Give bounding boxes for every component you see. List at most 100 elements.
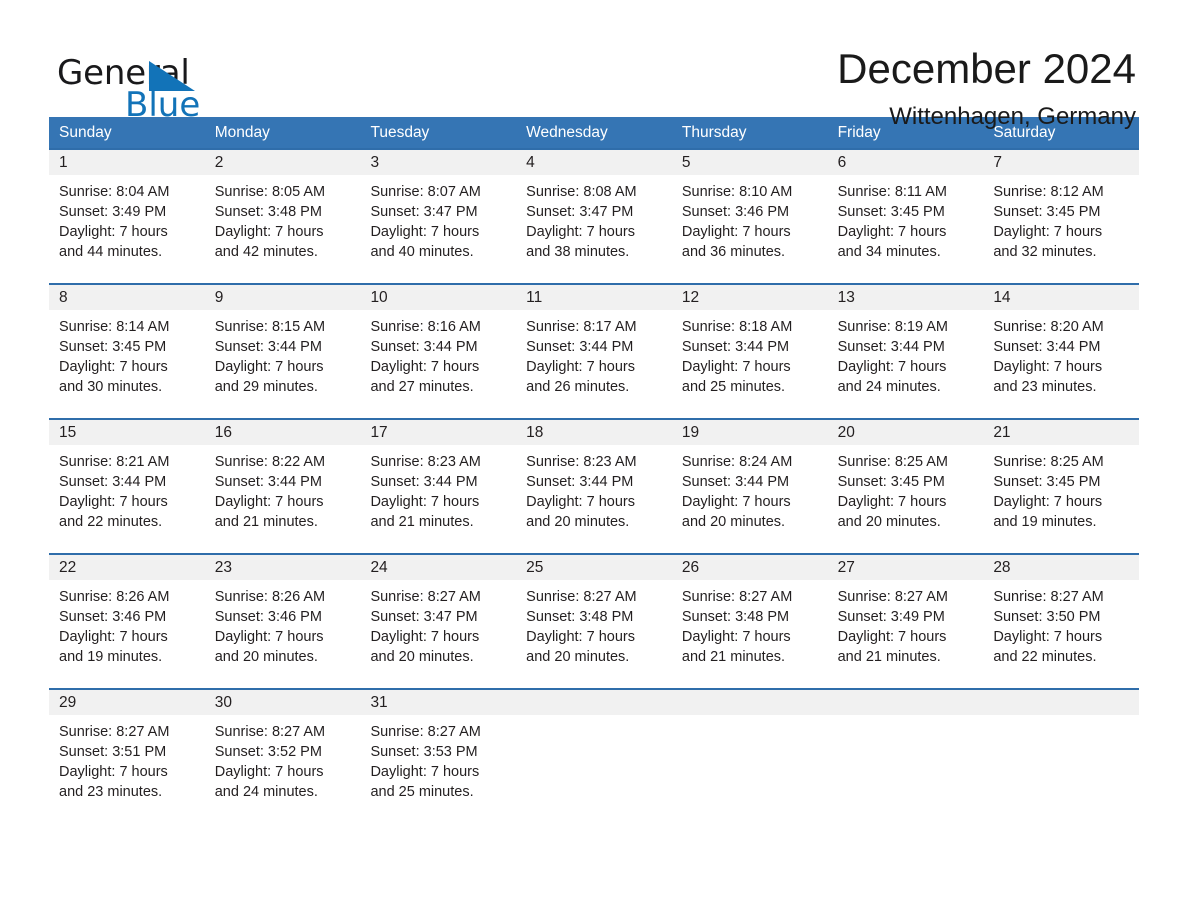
day-number: 4 bbox=[526, 154, 535, 171]
day-details: Sunrise: 8:10 AM Sunset: 3:46 PM Dayligh… bbox=[672, 175, 828, 262]
day-cell[interactable]: 1 Sunrise: 8:04 AM Sunset: 3:49 PM Dayli… bbox=[49, 150, 205, 283]
sunset-text: Sunset: 3:48 PM bbox=[526, 609, 634, 625]
day-cell[interactable]: 28 Sunrise: 8:27 AM Sunset: 3:50 PM Dayl… bbox=[983, 555, 1140, 688]
day-details: Sunrise: 8:27 AM Sunset: 3:53 PM Dayligh… bbox=[360, 715, 516, 802]
day-cell[interactable]: 29 Sunrise: 8:27 AM Sunset: 3:51 PM Dayl… bbox=[49, 690, 205, 823]
day-cell[interactable]: 22 Sunrise: 8:26 AM Sunset: 3:46 PM Dayl… bbox=[49, 555, 205, 688]
sunrise-text: Sunrise: 8:27 AM bbox=[370, 589, 481, 605]
day-cell[interactable]: 14 Sunrise: 8:20 AM Sunset: 3:44 PM Dayl… bbox=[983, 285, 1140, 418]
daylight-text-line2: and 20 minutes. bbox=[837, 514, 941, 530]
day-cell-empty bbox=[983, 690, 1140, 823]
day-cell[interactable]: 7 Sunrise: 8:12 AM Sunset: 3:45 PM Dayli… bbox=[983, 150, 1140, 283]
day-number-band: 27 bbox=[827, 555, 984, 580]
day-number-band: 3 bbox=[360, 150, 517, 175]
day-details: Sunrise: 8:15 AM Sunset: 3:44 PM Dayligh… bbox=[205, 310, 361, 397]
sunset-text: Sunset: 3:50 PM bbox=[993, 609, 1101, 625]
day-cell[interactable]: 5 Sunrise: 8:10 AM Sunset: 3:46 PM Dayli… bbox=[671, 150, 828, 283]
daylight-text-line1: Daylight: 7 hours bbox=[993, 224, 1103, 240]
day-number-band: 31 bbox=[360, 690, 517, 715]
daylight-text-line1: Daylight: 7 hours bbox=[837, 494, 947, 510]
daylight-text-line1: Daylight: 7 hours bbox=[370, 494, 480, 510]
day-cell[interactable]: 8 Sunrise: 8:14 AM Sunset: 3:45 PM Dayli… bbox=[49, 285, 205, 418]
day-cell[interactable]: 21 Sunrise: 8:25 AM Sunset: 3:45 PM Dayl… bbox=[983, 420, 1140, 553]
day-number: 28 bbox=[993, 559, 1011, 576]
day-cell[interactable]: 19 Sunrise: 8:24 AM Sunset: 3:44 PM Dayl… bbox=[671, 420, 828, 553]
day-details: Sunrise: 8:27 AM Sunset: 3:51 PM Dayligh… bbox=[49, 715, 205, 802]
day-cell[interactable]: 11 Sunrise: 8:17 AM Sunset: 3:44 PM Dayl… bbox=[516, 285, 672, 418]
day-number-band: 21 bbox=[983, 420, 1140, 445]
generalblue-logo[interactable]: General Blue bbox=[49, 44, 229, 122]
day-cell[interactable]: 23 Sunrise: 8:26 AM Sunset: 3:46 PM Dayl… bbox=[204, 555, 361, 688]
day-cell[interactable]: 9 Sunrise: 8:15 AM Sunset: 3:44 PM Dayli… bbox=[204, 285, 361, 418]
daylight-text-line2: and 19 minutes. bbox=[59, 649, 163, 665]
sunset-text: Sunset: 3:45 PM bbox=[59, 339, 167, 355]
day-number-band: 28 bbox=[983, 555, 1140, 580]
sunset-text: Sunset: 3:44 PM bbox=[681, 339, 790, 355]
daylight-text-line2: and 20 minutes. bbox=[526, 514, 630, 530]
day-cell[interactable]: 26 Sunrise: 8:27 AM Sunset: 3:48 PM Dayl… bbox=[671, 555, 828, 688]
daylight-text-line2: and 26 minutes. bbox=[526, 379, 630, 395]
day-cell[interactable]: 16 Sunrise: 8:22 AM Sunset: 3:44 PM Dayl… bbox=[204, 420, 361, 553]
day-number-band: 4 bbox=[516, 150, 672, 175]
day-number-band: 6 bbox=[827, 150, 984, 175]
sunset-text: Sunset: 3:53 PM bbox=[370, 744, 478, 760]
daylight-text-line2: and 23 minutes. bbox=[993, 379, 1097, 395]
day-cell[interactable]: 13 Sunrise: 8:19 AM Sunset: 3:44 PM Dayl… bbox=[827, 285, 984, 418]
day-number: 21 bbox=[993, 424, 1011, 441]
sunrise-text: Sunrise: 8:10 AM bbox=[681, 184, 793, 200]
sunset-text: Sunset: 3:48 PM bbox=[214, 204, 322, 220]
sunset-text: Sunset: 3:49 PM bbox=[59, 204, 167, 220]
day-cell[interactable]: 15 Sunrise: 8:21 AM Sunset: 3:44 PM Dayl… bbox=[49, 420, 205, 553]
sunset-text: Sunset: 3:44 PM bbox=[214, 339, 322, 355]
sunrise-text: Sunrise: 8:19 AM bbox=[837, 319, 949, 335]
daylight-text-line2: and 21 minutes. bbox=[837, 649, 941, 665]
day-cell[interactable]: 6 Sunrise: 8:11 AM Sunset: 3:45 PM Dayli… bbox=[827, 150, 984, 283]
sunrise-text: Sunrise: 8:23 AM bbox=[370, 454, 481, 470]
daylight-text-line1: Daylight: 7 hours bbox=[993, 359, 1103, 375]
daylight-text-line2: and 20 minutes. bbox=[526, 649, 630, 665]
daylight-text-line2: and 22 minutes. bbox=[59, 514, 163, 530]
sunset-text: Sunset: 3:44 PM bbox=[214, 474, 322, 490]
day-details: Sunrise: 8:19 AM Sunset: 3:44 PM Dayligh… bbox=[828, 310, 984, 397]
sunrise-text: Sunrise: 8:05 AM bbox=[214, 184, 326, 200]
daylight-text-line1: Daylight: 7 hours bbox=[681, 224, 791, 240]
sunset-text: Sunset: 3:44 PM bbox=[526, 339, 634, 355]
weekday-header-tuesday: Tuesday bbox=[370, 124, 430, 141]
week-row: 29 Sunrise: 8:27 AM Sunset: 3:51 PM Dayl… bbox=[49, 688, 1140, 823]
sunset-text: Sunset: 3:46 PM bbox=[214, 609, 322, 625]
day-cell[interactable]: 30 Sunrise: 8:27 AM Sunset: 3:52 PM Dayl… bbox=[204, 690, 361, 823]
day-details: Sunrise: 8:04 AM Sunset: 3:49 PM Dayligh… bbox=[49, 175, 205, 262]
day-number: 10 bbox=[370, 289, 388, 306]
weekday-header-row: Sunday Monday Tuesday Wednesday Thursday… bbox=[49, 117, 1139, 148]
daylight-text-line1: Daylight: 7 hours bbox=[370, 629, 480, 645]
daylight-text-line2: and 22 minutes. bbox=[993, 649, 1097, 665]
day-cell-empty bbox=[516, 690, 672, 823]
sunrise-text: Sunrise: 8:08 AM bbox=[526, 184, 637, 200]
daylight-text-line2: and 30 minutes. bbox=[59, 379, 163, 395]
sunset-text: Sunset: 3:45 PM bbox=[993, 204, 1101, 220]
day-cell[interactable]: 25 Sunrise: 8:27 AM Sunset: 3:48 PM Dayl… bbox=[516, 555, 672, 688]
day-cell[interactable]: 27 Sunrise: 8:27 AM Sunset: 3:49 PM Dayl… bbox=[827, 555, 984, 688]
day-cell[interactable]: 31 Sunrise: 8:27 AM Sunset: 3:53 PM Dayl… bbox=[360, 690, 517, 823]
sunrise-text: Sunrise: 8:27 AM bbox=[214, 724, 326, 740]
sunrise-text: Sunrise: 8:22 AM bbox=[214, 454, 326, 470]
daylight-text-line2: and 21 minutes. bbox=[681, 649, 786, 665]
day-cell[interactable]: 2 Sunrise: 8:05 AM Sunset: 3:48 PM Dayli… bbox=[204, 150, 361, 283]
day-cell[interactable]: 18 Sunrise: 8:23 AM Sunset: 3:44 PM Dayl… bbox=[516, 420, 672, 553]
day-details: Sunrise: 8:18 AM Sunset: 3:44 PM Dayligh… bbox=[672, 310, 828, 397]
sunrise-text: Sunrise: 8:23 AM bbox=[526, 454, 637, 470]
daylight-text-line2: and 20 minutes. bbox=[214, 649, 318, 665]
sunrise-text: Sunrise: 8:25 AM bbox=[837, 454, 949, 470]
day-cell[interactable]: 12 Sunrise: 8:18 AM Sunset: 3:44 PM Dayl… bbox=[671, 285, 828, 418]
sunset-text: Sunset: 3:45 PM bbox=[837, 204, 945, 220]
day-cell[interactable]: 17 Sunrise: 8:23 AM Sunset: 3:44 PM Dayl… bbox=[360, 420, 517, 553]
day-number: 18 bbox=[526, 424, 544, 441]
daylight-text-line1: Daylight: 7 hours bbox=[837, 359, 947, 375]
day-cell[interactable]: 10 Sunrise: 8:16 AM Sunset: 3:44 PM Dayl… bbox=[360, 285, 517, 418]
day-cell[interactable]: 3 Sunrise: 8:07 AM Sunset: 3:47 PM Dayli… bbox=[360, 150, 517, 283]
sunset-text: Sunset: 3:46 PM bbox=[681, 204, 790, 220]
day-cell[interactable]: 4 Sunrise: 8:08 AM Sunset: 3:47 PM Dayli… bbox=[516, 150, 672, 283]
day-cell[interactable]: 20 Sunrise: 8:25 AM Sunset: 3:45 PM Dayl… bbox=[827, 420, 984, 553]
sunset-text: Sunset: 3:45 PM bbox=[837, 474, 945, 490]
day-cell[interactable]: 24 Sunrise: 8:27 AM Sunset: 3:47 PM Dayl… bbox=[360, 555, 517, 688]
